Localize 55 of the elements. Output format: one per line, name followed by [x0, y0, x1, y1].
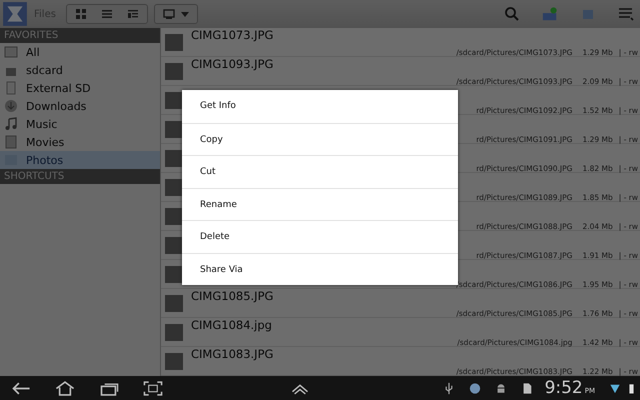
- sidebar-item[interactable]: External SD: [0, 79, 160, 97]
- menu-item[interactable]: Rename: [182, 188, 458, 220]
- sidebar-item[interactable]: sdcard: [0, 61, 160, 79]
- thumbnail: [165, 62, 183, 80]
- caret-icon: [180, 12, 189, 16]
- thumbnail: [165, 92, 183, 108]
- home-icon[interactable]: [54, 380, 76, 396]
- thumbnail: [165, 294, 183, 312]
- drive-icon: [4, 45, 18, 59]
- thumbnail: [165, 150, 183, 166]
- sort-dropdown[interactable]: [154, 4, 198, 24]
- film-icon: [4, 135, 18, 149]
- detail-view-icon[interactable]: [126, 8, 139, 20]
- sidebar-item[interactable]: All: [0, 43, 160, 61]
- thumbnail: [165, 352, 183, 370]
- file-name[interactable]: CIMG1073.JPG: [191, 28, 274, 42]
- menu-item[interactable]: Copy: [182, 122, 458, 155]
- search-icon[interactable]: [504, 6, 520, 22]
- file-name[interactable]: CIMG1093.JPG: [191, 56, 274, 70]
- download-icon: [4, 99, 18, 113]
- sidebar-item[interactable]: Downloads: [0, 97, 160, 115]
- list-view-icon[interactable]: [100, 8, 113, 20]
- thumbnail: [165, 208, 183, 224]
- thumbnail-icon: [162, 8, 175, 20]
- sidebar-item[interactable]: Music: [0, 115, 160, 133]
- app-logo-icon: [2, 1, 28, 27]
- menu-item[interactable]: Share Via: [182, 252, 458, 285]
- file-name[interactable]: CIMG1084.jpg: [191, 318, 272, 332]
- thumbnail: [165, 120, 183, 138]
- thumbnail: [165, 178, 183, 196]
- thumbnail: [165, 266, 183, 282]
- music-note-icon: [4, 117, 18, 131]
- thumbnail: [165, 324, 183, 340]
- file-name[interactable]: CIMG1083.JPG: [191, 346, 274, 360]
- folder-badge-icon[interactable]: [542, 6, 558, 22]
- sidebar-item[interactable]: Photos: [0, 151, 160, 169]
- storage-icon: [4, 81, 18, 95]
- battery-icon: [629, 382, 634, 394]
- grid-view-icon[interactable]: [74, 8, 87, 20]
- usb-icon: [442, 382, 455, 394]
- recent-apps-icon[interactable]: [98, 380, 120, 396]
- clock-time: 9:52: [544, 378, 583, 398]
- menu-icon[interactable]: [618, 6, 634, 22]
- sidebar-item[interactable]: Movies: [0, 133, 160, 151]
- section-header: FAVORITES: [0, 28, 160, 43]
- menu-item[interactable]: Cut: [182, 155, 458, 188]
- back-icon[interactable]: [10, 380, 32, 396]
- file-name[interactable]: CIMG1085.JPG: [191, 288, 274, 302]
- section-header: SHORTCUTS: [0, 169, 160, 184]
- screenshot-icon[interactable]: [142, 380, 164, 396]
- thumbnail: [165, 236, 183, 254]
- thumbnail: [165, 34, 183, 50]
- sd-card-icon: [520, 382, 533, 394]
- menu-item[interactable]: Get Info: [182, 90, 458, 122]
- menu-item[interactable]: Delete: [182, 220, 458, 252]
